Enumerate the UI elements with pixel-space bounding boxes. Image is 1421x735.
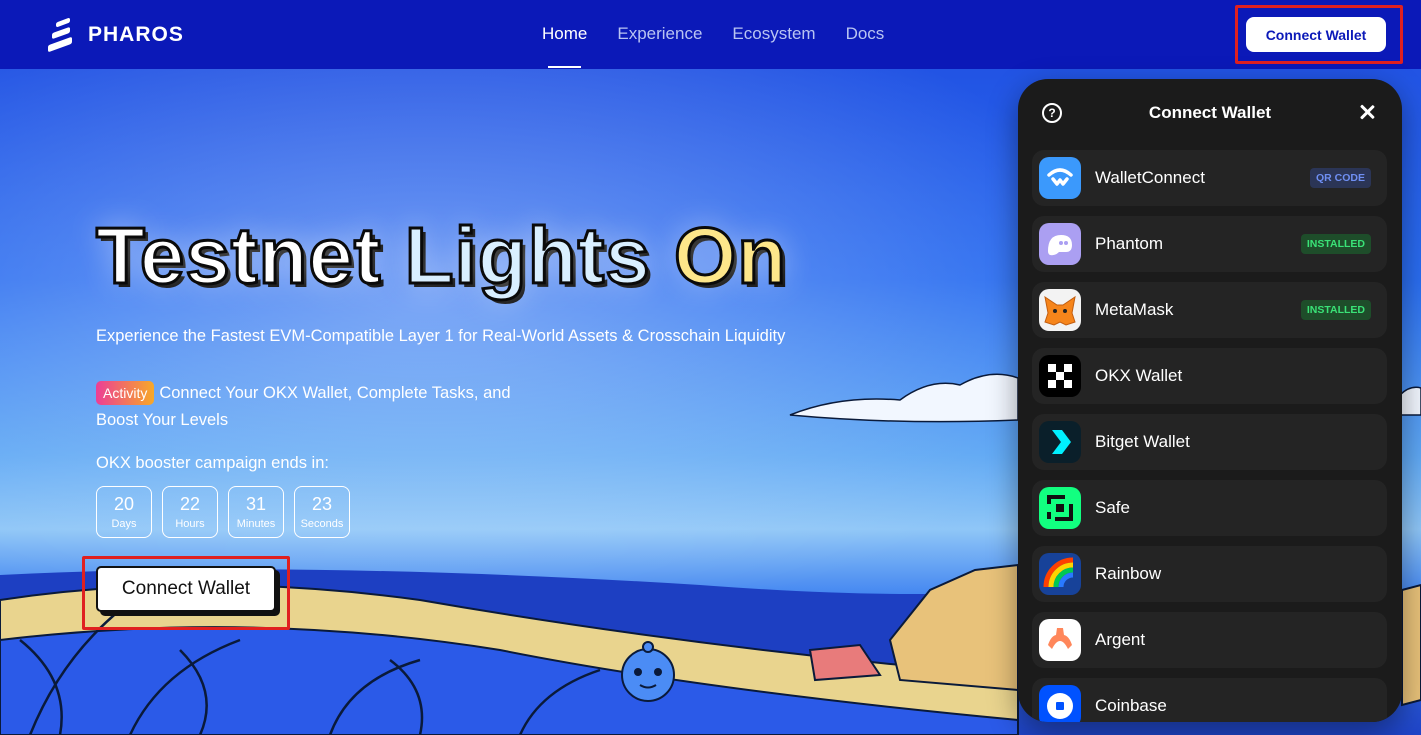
wallet-tag: INSTALLED xyxy=(1300,300,1371,320)
nav-item-home[interactable]: Home xyxy=(542,24,587,68)
wallet-name: Phantom xyxy=(1095,234,1164,253)
walletconnect-icon xyxy=(1039,157,1081,199)
countdown-days: 20 Days xyxy=(96,486,152,538)
countdown-unit: Minutes xyxy=(236,518,276,530)
activity-promo: Activity Connect Your OKX Wallet, Complet… xyxy=(96,380,516,434)
wallet-option-phantom[interactable]: Phantom INSTALLED xyxy=(1032,216,1387,272)
nav-item-docs[interactable]: Docs xyxy=(846,24,885,44)
wallet-option-coinbase[interactable]: Coinbase xyxy=(1032,678,1387,722)
wallet-option-metamask[interactable]: MetaMask INSTALLED xyxy=(1032,282,1387,338)
countdown-seconds: 23 Seconds xyxy=(294,486,350,538)
nav-item-experience[interactable]: Experience xyxy=(617,24,702,44)
countdown-unit: Hours xyxy=(175,518,205,530)
connect-wallet-modal: ? Connect Wallet WalletConnect QR CODE P… xyxy=(1018,79,1402,722)
countdown-value: 20 xyxy=(113,494,135,514)
metamask-icon xyxy=(1039,289,1081,331)
hero-title-word-1: Testnet xyxy=(95,210,383,302)
wallet-option-okx[interactable]: OKX Wallet xyxy=(1032,348,1387,404)
wallet-option-bitget[interactable]: Bitget Wallet xyxy=(1032,414,1387,470)
wallet-name: Safe xyxy=(1095,498,1130,517)
pharos-logo-icon xyxy=(48,17,74,53)
wallet-option-argent[interactable]: Argent xyxy=(1032,612,1387,668)
wallet-name: WalletConnect xyxy=(1095,168,1205,187)
wallet-option-rainbow[interactable]: Rainbow xyxy=(1032,546,1387,602)
modal-title: Connect Wallet xyxy=(1148,103,1272,122)
main-nav: Home Experience Ecosystem Docs xyxy=(542,24,885,68)
okx-icon xyxy=(1039,355,1081,397)
wallet-name: MetaMask xyxy=(1095,300,1174,319)
hero-title: Testnet Lights On xyxy=(95,210,788,302)
countdown-timer: 20 Days 22 Hours 31 Minutes 23 Seconds xyxy=(96,486,350,538)
argent-icon xyxy=(1039,619,1081,661)
wallet-name: Rainbow xyxy=(1095,564,1162,583)
activity-text: Connect Your OKX Wallet, Complete Tasks,… xyxy=(96,384,511,429)
nav-item-ecosystem[interactable]: Ecosystem xyxy=(732,24,815,44)
countdown-unit: Days xyxy=(111,518,137,530)
safe-icon xyxy=(1039,487,1081,529)
hero-connect-wallet-button[interactable]: Connect Wallet xyxy=(96,566,276,612)
wallet-tag: INSTALLED xyxy=(1300,234,1371,254)
activity-badge: Activity xyxy=(96,381,155,405)
hero-subtitle: Experience the Fastest EVM-Compatible La… xyxy=(96,327,786,345)
countdown-value: 22 xyxy=(179,494,201,514)
hero-title-word-3: On xyxy=(672,210,788,302)
coinbase-icon xyxy=(1039,685,1081,722)
bitget-icon xyxy=(1039,421,1081,463)
pharos-logo[interactable]: PHAROS xyxy=(48,17,184,53)
hero-title-word-2: Lights xyxy=(403,210,651,302)
wallet-option-walletconnect[interactable]: WalletConnect QR CODE xyxy=(1032,150,1387,206)
wallet-option-safe[interactable]: Safe xyxy=(1032,480,1387,536)
close-icon[interactable] xyxy=(1356,101,1378,123)
countdown-minutes: 31 Minutes xyxy=(228,486,284,538)
wallet-name: Argent xyxy=(1095,630,1146,649)
wallet-name: OKX Wallet xyxy=(1095,366,1183,385)
wallet-name: Bitget Wallet xyxy=(1095,432,1190,451)
wallet-name: Coinbase xyxy=(1095,696,1167,715)
header-connect-wallet-button[interactable]: Connect Wallet xyxy=(1246,17,1386,52)
campaign-countdown-label: OKX booster campaign ends in: xyxy=(96,454,329,472)
countdown-hours: 22 Hours xyxy=(162,486,218,538)
top-navigation-bar: PHAROS Home Experience Ecosystem Docs Co… xyxy=(0,0,1421,69)
brand-name: PHAROS xyxy=(88,23,184,46)
phantom-icon xyxy=(1039,223,1081,265)
countdown-value: 31 xyxy=(245,494,267,514)
countdown-value: 23 xyxy=(311,494,333,514)
wallet-list: WalletConnect QR CODE Phantom INSTALLED … xyxy=(1032,150,1387,722)
countdown-unit: Seconds xyxy=(300,518,344,530)
rainbow-icon xyxy=(1039,553,1081,595)
wallet-tag: QR CODE xyxy=(1309,168,1371,188)
